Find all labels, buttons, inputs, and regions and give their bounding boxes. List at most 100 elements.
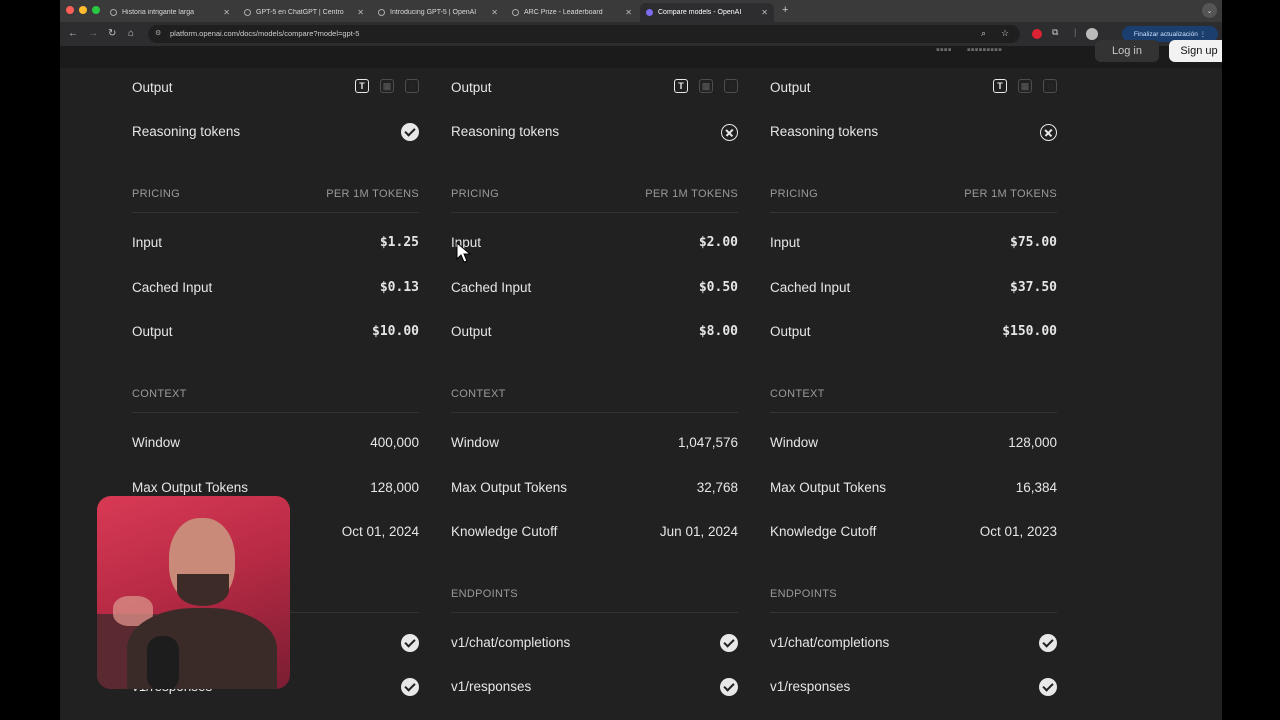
output-price-label: Output [451, 324, 492, 339]
pricing-title: PRICING [132, 188, 180, 200]
divider [770, 212, 1057, 213]
text-modality-icon: T [355, 79, 369, 93]
back-icon[interactable]: ← [68, 28, 78, 40]
tab-1[interactable]: Historia intrigante larga ✕ [104, 3, 236, 22]
sign-up-button[interactable]: Sign up [1169, 40, 1222, 62]
extension-icon[interactable] [1032, 29, 1042, 39]
endpoints-title: ENDPOINTS [451, 588, 518, 600]
max-output-tokens-label: Max Output Tokens [132, 480, 249, 495]
header-nav-faded: ▪▪▪▪ ▪▪▪▪▪▪▪▪▪ [936, 44, 1002, 56]
close-tab-icon[interactable]: ✕ [761, 8, 768, 17]
minimize-window-icon[interactable] [79, 6, 87, 14]
url-text: platform.openai.com/docs/models/compare?… [170, 29, 360, 38]
max-output-tokens-label: Max Output Tokens [770, 480, 887, 495]
close-tab-icon[interactable]: ✕ [357, 8, 364, 17]
knowledge-cutoff-value: Oct 01, 2023 [979, 524, 1057, 539]
log-in-button[interactable]: Log in [1095, 40, 1159, 62]
divider [132, 212, 419, 213]
image-modality-icon: ▦ [380, 79, 394, 93]
input-price-value: $1.25 [379, 235, 419, 250]
tab-search-icon[interactable]: ⌄ [1202, 3, 1217, 18]
check-icon [401, 634, 419, 652]
site-info-icon[interactable]: ⚙ [155, 29, 161, 37]
endpoints-header: ENDPOINTS [451, 588, 738, 600]
page-header: ▪▪▪▪ ▪▪▪▪▪▪▪▪▪ Log in Sign up [60, 40, 1222, 68]
pricing-header: PRICING PER 1M TOKENS [451, 188, 738, 200]
output-price-value: $10.00 [372, 324, 419, 339]
extensions-puzzle-icon[interactable]: ⧉ [1052, 27, 1058, 38]
check-icon [401, 678, 419, 696]
input-price-value: $2.00 [698, 235, 738, 250]
zoom-icon[interactable]: ⌕ [981, 28, 986, 39]
context-title: CONTEXT [132, 388, 187, 400]
divider [451, 412, 738, 413]
forward-icon[interactable]: → [88, 28, 98, 40]
max-output-tokens-value: 16,384 [1015, 480, 1057, 495]
close-tab-icon[interactable]: ✕ [491, 8, 498, 17]
close-tab-icon[interactable]: ✕ [223, 8, 230, 17]
bookmark-star-icon[interactable]: ☆ [1001, 28, 1009, 39]
context-header: CONTEXT [451, 388, 738, 400]
profile-avatar[interactable] [1086, 28, 1098, 40]
new-tab-icon[interactable]: + [782, 4, 788, 16]
reasoning-tokens-label: Reasoning tokens [451, 124, 560, 139]
knowledge-cutoff-label: Knowledge Cutoff [451, 524, 558, 539]
audio-modality-icon: ◌ [405, 79, 419, 93]
tab-4[interactable]: ARC Prize - Leaderboard ✕ [506, 3, 638, 22]
check-icon [401, 123, 419, 141]
reasoning-tokens-label: Reasoning tokens [770, 124, 879, 139]
divider [451, 212, 738, 213]
mouse-cursor-icon [456, 242, 472, 263]
pricing-title: PRICING [451, 188, 499, 200]
text-modality-icon: T [674, 79, 688, 93]
endpoint-chat-completions-label: v1/chat/completions [770, 635, 890, 650]
globe-icon [244, 9, 251, 16]
check-icon [1039, 678, 1057, 696]
home-icon[interactable]: ⌂ [128, 28, 134, 40]
output-label: Output [770, 80, 811, 95]
window-label: Window [451, 435, 500, 450]
per-1m-tokens-label: PER 1M TOKENS [326, 188, 419, 200]
tab-2[interactable]: GPT-5 en ChatGPT | Centro ✕ [238, 3, 370, 22]
divider-icon: | [1074, 27, 1077, 37]
x-circle-icon [1040, 124, 1057, 141]
max-output-tokens-label: Max Output Tokens [451, 480, 568, 495]
microphone [147, 636, 179, 689]
image-modality-icon: ▦ [699, 79, 713, 93]
webcam-overlay [97, 496, 290, 689]
output-price-label: Output [770, 324, 811, 339]
context-header: CONTEXT [770, 388, 1057, 400]
close-tab-icon[interactable]: ✕ [625, 8, 632, 17]
output-label: Output [451, 80, 492, 95]
close-window-icon[interactable] [66, 6, 74, 14]
pricing-header: PRICING PER 1M TOKENS [770, 188, 1057, 200]
window-label: Window [132, 435, 181, 450]
cached-input-label: Cached Input [770, 280, 851, 295]
url-field[interactable]: ⚙ platform.openai.com/docs/models/compar… [148, 25, 1020, 43]
globe-icon [110, 9, 117, 16]
knowledge-cutoff-value: Jun 01, 2024 [659, 524, 738, 539]
input-label: Input [132, 235, 163, 250]
input-price-value: $75.00 [1010, 235, 1057, 250]
tab-title: Introducing GPT-5 | OpenAI [390, 9, 477, 16]
tab-title: Historia intrigante larga [122, 9, 194, 16]
reload-icon[interactable]: ↻ [108, 28, 116, 40]
cached-input-price-value: $0.13 [379, 280, 419, 295]
tab-5-active[interactable]: Compare models - OpenAI ✕ [640, 3, 774, 22]
output-price-label: Output [132, 324, 173, 339]
endpoints-header: ENDPOINTS [770, 588, 1057, 600]
tab-3[interactable]: Introducing GPT-5 | OpenAI ✕ [372, 3, 504, 22]
arc-icon [512, 9, 519, 16]
endpoint-chat-completions-label: v1/chat/completions [451, 635, 571, 650]
divider [770, 412, 1057, 413]
x-circle-icon [721, 124, 738, 141]
tab-title: GPT-5 en ChatGPT | Centro [256, 9, 344, 16]
maximize-window-icon[interactable] [92, 6, 100, 14]
max-output-tokens-value: 32,768 [696, 480, 738, 495]
window-value: 400,000 [370, 435, 419, 450]
max-output-tokens-value: 128,000 [370, 480, 419, 495]
cached-input-label: Cached Input [132, 280, 213, 295]
context-title: CONTEXT [770, 388, 825, 400]
output-label: Output [132, 80, 173, 95]
context-header: CONTEXT [132, 388, 419, 400]
